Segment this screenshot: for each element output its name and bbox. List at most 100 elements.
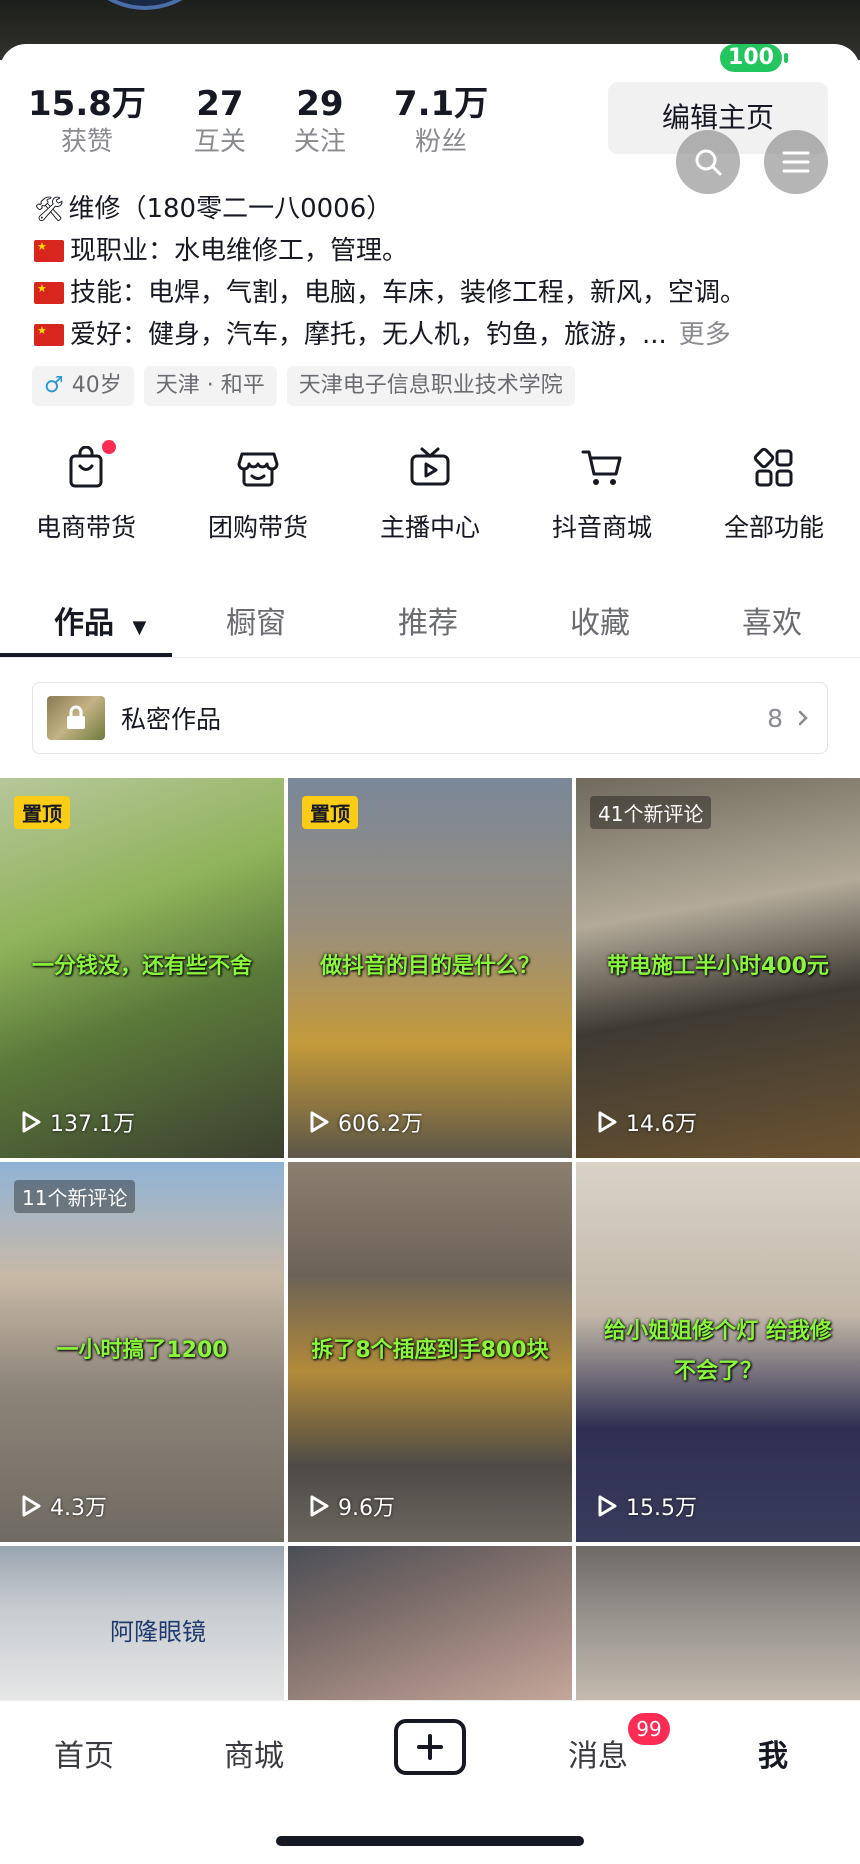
- video-thumbnail[interactable]: 11个新评论 一小时搞了1200 4.3万: [0, 1162, 284, 1542]
- stat-number: 15.8万: [28, 84, 146, 124]
- shop-sign: 阿隆眼镜: [110, 1618, 206, 1646]
- profile-stats: 15.8万 获赞 27 互关 29 关注 7.1万 粉丝: [28, 84, 536, 160]
- nav-me[interactable]: 我: [758, 1731, 788, 1775]
- bag-icon: [69, 446, 103, 488]
- video-thumbnail[interactable]: 置顶 做抖音的目的是什么？ 606.2万: [288, 778, 572, 1158]
- tab-showcase[interactable]: 橱窗: [226, 598, 286, 642]
- stat-likes[interactable]: 15.8万 获赞: [28, 84, 146, 160]
- play-count-text: 4.3万: [50, 1496, 107, 1521]
- private-works-label: 私密作品: [121, 705, 222, 734]
- bio-line: 🛠 维修（180零二一八0006）: [34, 188, 834, 230]
- bio-text: 维修（180零二一八0006）: [68, 194, 393, 224]
- func-label: 抖音商城: [551, 513, 652, 542]
- play-icon: [22, 1111, 41, 1133]
- stat-label: 关注: [293, 127, 346, 157]
- video-caption: 一分钱没，还有些不舍: [31, 954, 252, 979]
- bio-text: 现职业：水电维修工，管理。: [70, 236, 409, 266]
- tab-label: 作品: [54, 606, 114, 641]
- video-caption: 拆了8个插座到手800块: [311, 1338, 549, 1363]
- stat-number: 29: [296, 84, 344, 124]
- video-thumbnail[interactable]: 41个新评论 带电施工半小时400元 14.6万: [576, 778, 860, 1158]
- notification-dot: [102, 440, 116, 454]
- play-icon: [598, 1111, 617, 1133]
- nav-messages[interactable]: 消息: [568, 1731, 628, 1775]
- stat-number: 27: [196, 84, 244, 124]
- video-thumbnail[interactable]: [288, 1546, 572, 1706]
- func-streamer-center[interactable]: 主播中心: [344, 440, 516, 544]
- bio-line: 技能：电焊，气割，电脑，车床，装修工程，新风，空调。: [34, 272, 834, 314]
- active-tab-indicator: [0, 653, 172, 657]
- stat-number: 7.1万: [393, 84, 489, 124]
- pinned-badge: 置顶: [14, 796, 70, 829]
- stat-label: 粉丝: [415, 127, 468, 157]
- func-douyin-mall[interactable]: 抖音商城: [516, 440, 688, 544]
- private-works-count: 8: [767, 703, 783, 733]
- new-comments-badge: 41个新评论: [590, 796, 712, 829]
- stat-following[interactable]: 29 关注: [294, 84, 346, 160]
- search-button[interactable]: [676, 130, 740, 194]
- play-count: 4.3万: [20, 1490, 107, 1522]
- play-count: 606.2万: [308, 1106, 423, 1138]
- video-caption: 做抖音的目的是什么？: [319, 954, 540, 979]
- private-works-row[interactable]: 私密作品 8: [32, 682, 828, 754]
- video-thumbnail[interactable]: 给小姐姐修个灯 给我修不会了？ 15.5万: [576, 1162, 860, 1542]
- bio-text: 技能：电焊，气割，电脑，车床，装修工程，新风，空调。: [70, 278, 747, 308]
- nav-home[interactable]: 首页: [54, 1731, 114, 1775]
- plus-icon: [417, 1734, 443, 1760]
- video-caption: 带电施工半小时400元: [607, 954, 829, 979]
- school-tag[interactable]: 天津电子信息职业技术学院: [286, 366, 575, 406]
- tab-favorites[interactable]: 收藏: [570, 598, 630, 642]
- grid-icon: [753, 447, 793, 487]
- func-label: 主播中心: [379, 513, 480, 542]
- func-all-features[interactable]: 全部功能: [688, 440, 860, 544]
- tag-text: 天津 · 和平: [155, 373, 265, 398]
- tab-likes[interactable]: 喜欢: [742, 598, 802, 642]
- play-count-text: 15.5万: [626, 1496, 697, 1521]
- hamburger-icon: [782, 151, 810, 173]
- tab-works[interactable]: 作品 ▼: [54, 598, 146, 642]
- video-thumbnail[interactable]: 阿隆眼镜: [0, 1546, 284, 1706]
- create-button[interactable]: [394, 1719, 466, 1775]
- func-label: 全部功能: [723, 513, 824, 542]
- play-count-text: 14.6万: [626, 1112, 697, 1137]
- store-icon: [237, 452, 279, 487]
- menu-button[interactable]: [764, 130, 828, 194]
- play-icon: [22, 1495, 41, 1517]
- avatar[interactable]: [70, 0, 220, 10]
- stat-label: 互关: [193, 127, 246, 157]
- private-thumbnail: [47, 696, 105, 740]
- male-icon: ♂: [44, 373, 64, 398]
- play-count: 15.5万: [596, 1490, 697, 1522]
- stat-followers[interactable]: 7.1万 粉丝: [394, 84, 488, 160]
- messages-badge: 99: [628, 1713, 670, 1745]
- tag-text: 40岁: [71, 373, 122, 398]
- bio-more-link[interactable]: 更多: [679, 314, 731, 356]
- func-group-buy[interactable]: 团购带货: [172, 440, 344, 544]
- battery-indicator: 100: [720, 44, 788, 72]
- tv-play-icon: [410, 447, 450, 486]
- cart-icon: [581, 450, 622, 485]
- video-thumbnail[interactable]: 拆了8个插座到手800块 9.6万: [288, 1162, 572, 1542]
- video-caption: 给小姐姐修个灯 给我修不会了？: [604, 1319, 832, 1384]
- func-ecommerce[interactable]: 电商带货: [0, 440, 172, 544]
- play-icon: [310, 1495, 329, 1517]
- location-tag: 天津 · 和平: [143, 366, 277, 406]
- home-indicator: [276, 1836, 584, 1846]
- stat-mutual[interactable]: 27 互关: [194, 84, 246, 160]
- tag-text: 天津电子信息职业技术学院: [298, 373, 563, 398]
- age-tag: ♂ 40岁: [32, 366, 134, 406]
- play-count: 9.6万: [308, 1490, 395, 1522]
- video-thumbnail[interactable]: 置顶 一分钱没，还有些不舍 137.1万: [0, 778, 284, 1158]
- pinned-badge: 置顶: [302, 796, 358, 829]
- tab-recommend[interactable]: 推荐: [398, 598, 458, 642]
- func-label: 电商带货: [35, 513, 136, 542]
- lock-icon: [67, 705, 85, 729]
- play-count-text: 137.1万: [50, 1112, 135, 1137]
- play-icon: [310, 1111, 329, 1133]
- video-thumbnail[interactable]: [576, 1546, 860, 1706]
- play-count: 14.6万: [596, 1106, 697, 1138]
- content-tabs: 作品 ▼ 橱窗 推荐 收藏 喜欢: [0, 588, 860, 658]
- func-label: 团购带货: [207, 513, 308, 542]
- nav-mall[interactable]: 商城: [224, 1731, 284, 1775]
- caret-down-icon: ▼: [132, 617, 147, 638]
